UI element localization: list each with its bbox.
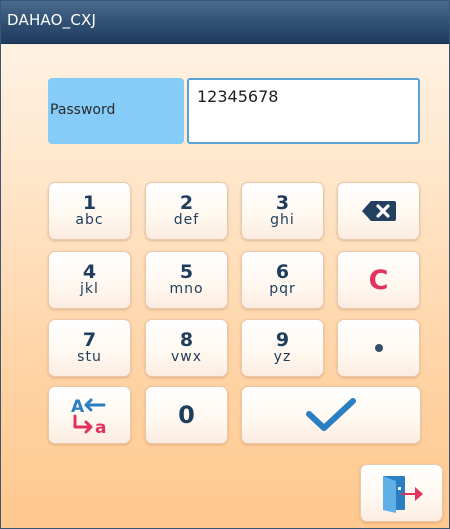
- key-2[interactable]: 2 def: [145, 182, 228, 240]
- key-8-number: 8: [179, 328, 194, 351]
- key-8-letters: vwx: [170, 348, 203, 365]
- case-toggle-button[interactable]: A a: [48, 386, 131, 444]
- password-label-box: Password: [48, 78, 184, 144]
- key-7[interactable]: 7 stu: [48, 319, 131, 377]
- key-6-letters: pqr: [269, 280, 296, 297]
- dot-icon: [374, 344, 383, 352]
- password-field[interactable]: [187, 78, 420, 144]
- svg-text:a: a: [95, 418, 106, 435]
- password-label: Password: [50, 102, 116, 118]
- key-1-letters: abc: [75, 211, 104, 228]
- exit-button[interactable]: [360, 464, 443, 522]
- dot-button[interactable]: [337, 319, 420, 377]
- key-9-letters: yz: [273, 348, 292, 365]
- key-9-number: 9: [275, 328, 290, 351]
- svg-text:A: A: [71, 397, 85, 417]
- key-0-number: 0: [178, 401, 195, 429]
- key-7-number: 7: [82, 328, 97, 351]
- checkmark-icon: [306, 398, 356, 431]
- key-9[interactable]: 9 yz: [241, 319, 324, 377]
- key-5-number: 5: [179, 260, 194, 283]
- window-title: DAHAO_CXJ: [7, 11, 97, 29]
- confirm-button[interactable]: [241, 386, 421, 444]
- key-4-number: 4: [82, 260, 97, 283]
- key-4-letters: jkl: [80, 280, 99, 297]
- key-8[interactable]: 8 vwx: [145, 319, 228, 377]
- key-2-letters: def: [173, 211, 200, 228]
- key-3-letters: ghi: [270, 211, 295, 228]
- key-3-number: 3: [275, 191, 290, 214]
- key-1-number: 1: [82, 191, 97, 214]
- backspace-button[interactable]: [337, 182, 420, 240]
- title-bar: DAHAO_CXJ: [1, 1, 449, 44]
- clear-label: C: [368, 264, 389, 296]
- key-4[interactable]: 4 jkl: [48, 251, 131, 309]
- key-5[interactable]: 5 mno: [145, 251, 228, 309]
- key-6-number: 6: [275, 260, 290, 283]
- exit-door-icon: [382, 476, 423, 513]
- key-3[interactable]: 3 ghi: [241, 182, 324, 240]
- key-0[interactable]: 0: [145, 386, 228, 444]
- case-toggle-icon: A a: [71, 397, 106, 435]
- key-2-number: 2: [179, 191, 194, 214]
- key-1[interactable]: 1 abc: [48, 182, 131, 240]
- key-6[interactable]: 6 pqr: [241, 251, 324, 309]
- clear-button[interactable]: C: [337, 251, 420, 309]
- password-input[interactable]: [197, 87, 407, 106]
- key-5-letters: mno: [169, 280, 204, 297]
- password-window: DAHAO_CXJ Password 1 abc 2 def 3 ghi 4 j…: [0, 0, 450, 529]
- backspace-icon: [361, 201, 396, 221]
- key-7-letters: stu: [77, 348, 102, 365]
